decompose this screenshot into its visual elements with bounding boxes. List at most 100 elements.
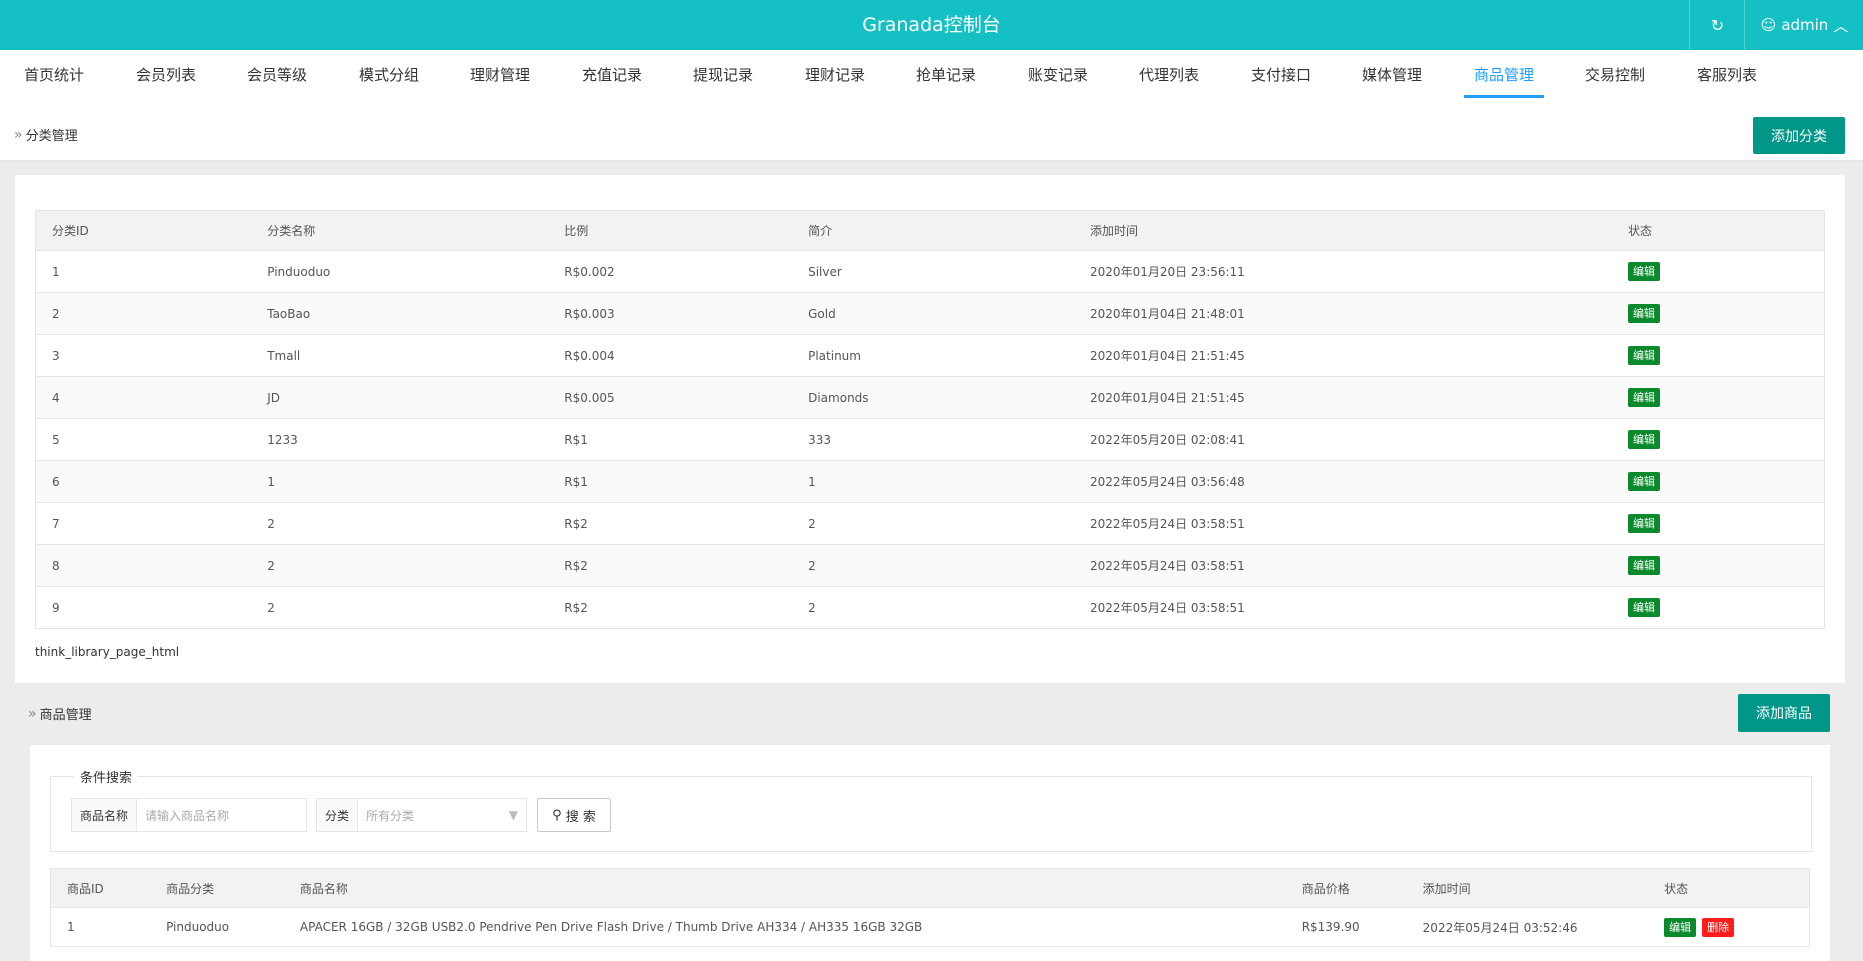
goods-name-label: 商品名称 bbox=[72, 799, 138, 831]
edit-button[interactable]: 编辑 bbox=[1627, 346, 1660, 365]
nav-item[interactable]: 抢单记录 bbox=[916, 50, 976, 100]
nav-item[interactable]: 会员列表 bbox=[136, 50, 196, 100]
nav-item[interactable]: 支付接口 bbox=[1251, 50, 1311, 100]
search-button[interactable]: ⚲ 搜 索 bbox=[537, 798, 611, 832]
table-cell: Diamonds bbox=[792, 376, 1075, 419]
table-cell: 2 bbox=[792, 586, 1075, 629]
edit-button[interactable]: 编辑 bbox=[1664, 917, 1697, 937]
user-menu[interactable]: ☺ admin ︿ bbox=[1744, 0, 1863, 50]
table-cell: 2 bbox=[792, 502, 1075, 545]
chevron-up-icon: ︿ bbox=[1833, 16, 1849, 35]
edit-button[interactable]: 编辑 bbox=[1627, 430, 1660, 449]
status-cell: 编辑 bbox=[1611, 334, 1825, 377]
table-cell: 5 bbox=[35, 418, 252, 461]
edit-button[interactable]: 编辑 bbox=[1627, 388, 1660, 407]
table-cell: R$0.005 bbox=[548, 376, 793, 419]
caret-down-icon: ▼ bbox=[508, 808, 518, 822]
table-cell: JD bbox=[251, 376, 549, 419]
table-cell: R$2 bbox=[548, 502, 793, 545]
table-row: 2 TaoBao R$0.003 Gold 2020年01月04日 21:48:01 编辑 bbox=[35, 292, 1825, 335]
status-cell: 编辑 bbox=[1611, 544, 1825, 587]
add-goods-button[interactable]: 添加商品 bbox=[1738, 694, 1830, 732]
edit-button[interactable]: 编辑 bbox=[1627, 556, 1660, 575]
nav-item[interactable]: 媒体管理 bbox=[1362, 50, 1422, 100]
goods-name-input[interactable]: 请输入商品名称 bbox=[137, 799, 306, 831]
nav-item[interactable]: 模式分组 bbox=[359, 50, 419, 100]
table-cell: APACER 16GB / 32GB USB2.0 Pendrive Pen D… bbox=[283, 907, 1286, 947]
nav-item[interactable]: 理财记录 bbox=[805, 50, 865, 100]
app-title: Granada控制台 bbox=[862, 14, 1001, 36]
table-cell: 2022年05月24日 03:52:46 bbox=[1406, 907, 1649, 947]
table-cell: Silver bbox=[792, 250, 1075, 293]
nav-item[interactable]: 账变记录 bbox=[1028, 50, 1088, 100]
delete-button[interactable]: 删除 bbox=[1702, 917, 1735, 937]
column-header: 商品名称 bbox=[283, 868, 1286, 908]
search-icon: ⚲ bbox=[552, 807, 562, 823]
table-cell: 4 bbox=[35, 376, 252, 419]
table-row: 1 Pinduoduo APACER 16GB / 32GB USB2.0 Pend… bbox=[50, 907, 1811, 947]
table-cell: 2022年05月20日 02:08:41 bbox=[1074, 418, 1612, 461]
table-cell: 2 bbox=[35, 292, 252, 335]
nav-item[interactable]: 商品管理 bbox=[1463, 50, 1545, 100]
breadcrumb-label: 商品管理 bbox=[39, 708, 92, 723]
double-chevron-icon: » bbox=[14, 126, 23, 143]
search-button-label: 搜 索 bbox=[565, 809, 596, 825]
table-cell: R$2 bbox=[548, 586, 793, 629]
nav-item[interactable]: 提现记录 bbox=[693, 50, 753, 100]
pagination: think_library_page_html bbox=[35, 645, 180, 659]
search-fieldset bbox=[50, 776, 1812, 852]
table-row: 1 Pinduoduo R$0.002 Silver 2020年01月20日 23:56… bbox=[35, 250, 1825, 293]
table-cell: 2022年05月24日 03:58:51 bbox=[1074, 502, 1612, 545]
table-cell: R$2 bbox=[548, 544, 793, 587]
table-row: 4 JD R$0.005 Diamonds 2020年01月04日 21:51:45 编辑 bbox=[35, 376, 1825, 419]
column-header: 商品价格 bbox=[1285, 868, 1407, 908]
category-select-value: 所有分类 bbox=[366, 808, 415, 823]
column-header: 状态 bbox=[1611, 210, 1825, 251]
table-cell: R$0.002 bbox=[548, 250, 793, 293]
column-header: 添加时间 bbox=[1406, 868, 1649, 908]
goods-table: 商品ID 商品分类 商品名称 商品价格 添加时间 状态 1 Pinduoduo APACER … bbox=[50, 868, 1811, 947]
table-cell: Pinduoduo bbox=[150, 907, 284, 947]
category-select[interactable]: 所有分类 ▼ bbox=[358, 799, 526, 831]
nav-item[interactable]: 交易控制 bbox=[1585, 50, 1645, 100]
table-cell: R$0.003 bbox=[548, 292, 793, 335]
status-cell: 编辑 bbox=[1611, 586, 1825, 629]
edit-button[interactable]: 编辑 bbox=[1627, 262, 1660, 281]
nav-item[interactable]: 代理列表 bbox=[1139, 50, 1199, 100]
table-cell: 2 bbox=[792, 544, 1075, 587]
nav-item[interactable]: 充值记录 bbox=[582, 50, 642, 100]
table-cell: 1 bbox=[35, 250, 252, 293]
column-header: 分类ID bbox=[35, 210, 252, 251]
nav-item[interactable]: 会员等级 bbox=[247, 50, 307, 100]
column-header: 商品ID bbox=[50, 868, 151, 908]
column-header: 比例 bbox=[548, 210, 793, 251]
table-cell: 7 bbox=[35, 502, 252, 545]
breadcrumb-label: 分类管理 bbox=[25, 129, 78, 144]
table-cell: 2022年05月24日 03:58:51 bbox=[1074, 544, 1612, 587]
edit-button[interactable]: 编辑 bbox=[1627, 598, 1660, 617]
table-row: 8 2 R$2 2 2022年05月24日 03:58:51 编辑 bbox=[35, 544, 1825, 587]
edit-button[interactable]: 编辑 bbox=[1627, 472, 1660, 491]
table-cell: 8 bbox=[35, 544, 252, 587]
table-cell: 9 bbox=[35, 586, 252, 629]
table-cell: TaoBao bbox=[251, 292, 549, 335]
table-cell: 1 bbox=[50, 907, 151, 947]
table-cell: 1233 bbox=[251, 418, 549, 461]
table-cell: 2020年01月04日 21:51:45 bbox=[1074, 376, 1612, 419]
table-row: 6 1 R$1 1 2022年05月24日 03:56:48 编辑 bbox=[35, 460, 1825, 503]
nav-item[interactable]: 客服列表 bbox=[1697, 50, 1757, 100]
edit-button[interactable]: 编辑 bbox=[1627, 514, 1660, 533]
nav-item[interactable]: 理财管理 bbox=[470, 50, 530, 100]
column-header: 分类名称 bbox=[251, 210, 549, 251]
add-category-button[interactable]: 添加分类 bbox=[1753, 117, 1845, 154]
table-cell: 1 bbox=[251, 460, 549, 503]
user-icon: ☺ bbox=[1760, 16, 1777, 34]
nav-item[interactable]: 首页统计 bbox=[24, 50, 84, 100]
search-legend: 条件搜索 bbox=[74, 767, 139, 786]
column-header: 商品分类 bbox=[150, 868, 284, 908]
refresh-button[interactable]: ↻ bbox=[1689, 0, 1745, 50]
table-cell: 6 bbox=[35, 460, 252, 503]
edit-button[interactable]: 编辑 bbox=[1627, 304, 1660, 323]
table-cell: R$1 bbox=[548, 418, 793, 461]
main-nav: 首页统计 会员列表 会员等级 模式分组 理财管理 充值记录 提现记录 理财记录 抢单记录 账变记录… bbox=[0, 50, 1863, 100]
